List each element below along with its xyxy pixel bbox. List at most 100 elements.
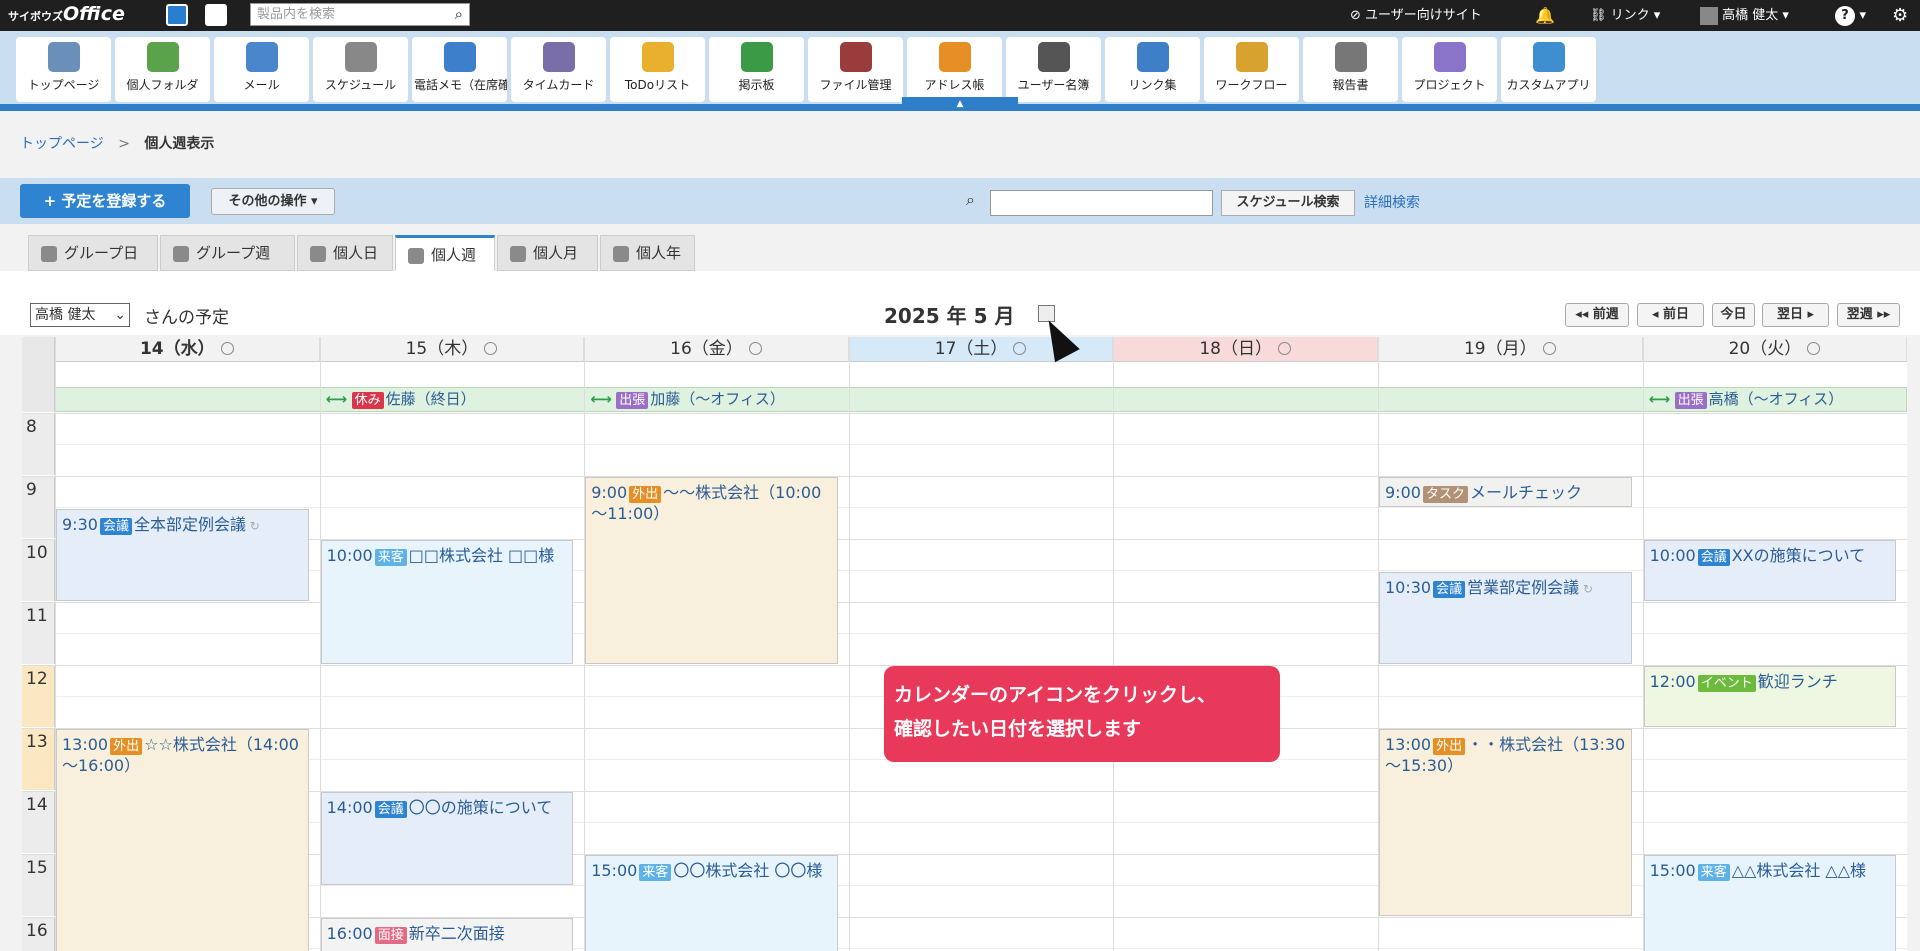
- app-icon: [1334, 42, 1367, 72]
- event-block[interactable]: 10:30 会議 営業部定例会議 ↻: [1379, 571, 1632, 664]
- day-header-7[interactable]: 20（火）: [1642, 337, 1907, 362]
- app-14[interactable]: 報告書: [1303, 37, 1398, 102]
- event-title: 加藤（～オフィス）: [650, 390, 785, 408]
- event-block[interactable]: 9:00 タスク メールチェック: [1379, 477, 1632, 507]
- schedule-search-input[interactable]: [990, 190, 1213, 216]
- event-block[interactable]: 12:00 イベント 歓迎ランチ: [1643, 666, 1897, 727]
- span-arrow-icon: ⟷: [1648, 390, 1671, 408]
- app-3[interactable]: メール: [214, 37, 309, 102]
- app-9[interactable]: ファイル管理: [808, 37, 903, 102]
- app-2[interactable]: 個人フォルダ: [115, 37, 210, 102]
- tab-1[interactable]: グループ日: [28, 235, 158, 271]
- hour-label-8: 8: [22, 413, 55, 475]
- app-16[interactable]: カスタムアプリ: [1501, 37, 1596, 102]
- event-block[interactable]: 15:00 来客 〇〇株式会社 〇〇様: [585, 855, 838, 951]
- tab-label: グループ週: [196, 244, 271, 262]
- day-view-icon[interactable]: [1278, 342, 1291, 355]
- tab-icon: [310, 246, 326, 262]
- repeat-icon: ↻: [1579, 581, 1594, 596]
- day-view-icon[interactable]: [1013, 342, 1027, 355]
- product-search-input[interactable]: 製品内を検索 ⌕: [250, 3, 470, 26]
- week-nav-button-1[interactable]: ◂◂ 前週: [1565, 303, 1629, 327]
- event-badge: 休み: [351, 392, 384, 409]
- event-block[interactable]: 9:00 外出 ～～株式会社（10:00～11:00）: [585, 477, 838, 664]
- week-nav-button-4[interactable]: 翌日 ▸: [1762, 303, 1829, 327]
- event-badge: 会議: [1697, 549, 1730, 566]
- event-block[interactable]: 14:00 会議 〇〇の施策について: [320, 792, 574, 885]
- day-header-5[interactable]: 18（日）: [1113, 337, 1378, 362]
- allday-event-1[interactable]: ⟷ 休み 佐藤（終日）: [320, 387, 585, 412]
- event-block[interactable]: 13:00 外出 ・・株式会社（13:30～15:30）: [1379, 729, 1632, 916]
- app-7[interactable]: ToDoリスト: [610, 37, 705, 102]
- app-icon: [344, 42, 377, 72]
- day-header-2[interactable]: 15（木）: [319, 337, 585, 362]
- event-time: 13:00: [1385, 735, 1432, 754]
- app-6[interactable]: タイムカード: [511, 37, 606, 102]
- week-nav-button-5[interactable]: 翌週 ▸▸: [1837, 303, 1900, 327]
- tab-2[interactable]: グループ週: [160, 235, 295, 271]
- user-site-link[interactable]: ⊘ ユーザー向けサイト: [1350, 0, 1482, 31]
- user-select[interactable]: 高橋 健太 ⌄: [30, 303, 130, 327]
- app-13[interactable]: ワークフロー: [1204, 37, 1299, 102]
- event-block[interactable]: 10:00 会議 XXの施策について: [1643, 540, 1897, 601]
- event-block[interactable]: 10:00 来客 □□株式会社 □□様: [320, 540, 574, 664]
- new-event-button[interactable]: + 予定を登録する: [20, 184, 190, 218]
- day-header-6[interactable]: 19（月）: [1378, 337, 1643, 362]
- app-menu-icon[interactable]: [166, 4, 188, 26]
- day-view-icon[interactable]: [1807, 342, 1821, 355]
- gear-icon[interactable]: ⚙: [1892, 0, 1908, 31]
- advanced-search-link[interactable]: 詳細検索: [1364, 192, 1420, 212]
- day-header-3[interactable]: 16（金）: [584, 337, 849, 362]
- other-actions-button[interactable]: その他の操作 ▾: [211, 188, 335, 215]
- app-label: アドレス帳: [924, 78, 985, 92]
- logo[interactable]: サイボウズOffice: [8, 3, 125, 25]
- avatar: [1700, 6, 1718, 25]
- event-block[interactable]: 15:00 来客 △△株式会社 △△様: [1643, 855, 1897, 951]
- user-menu[interactable]: 高橋 健太 ▾: [1700, 0, 1789, 31]
- breadcrumb-current: 個人週表示: [144, 136, 215, 152]
- breadcrumb-home[interactable]: トップページ: [20, 136, 104, 152]
- links-menu[interactable]: ⛓ リンク ▾: [1590, 0, 1660, 31]
- app-8[interactable]: 掲示板: [709, 37, 804, 102]
- chat-icon[interactable]: [205, 4, 227, 26]
- allday-event-2[interactable]: ⟷ 出張 加藤（～オフィス）: [584, 387, 849, 412]
- week-nav-button-3[interactable]: 今日: [1712, 303, 1755, 327]
- app-label: ファイル管理: [819, 78, 892, 92]
- day-view-icon[interactable]: [748, 342, 762, 355]
- allday-event-3[interactable]: ⟷ 出張 高橋（～オフィス）: [1643, 387, 1907, 412]
- tab-4[interactable]: 個人週: [395, 235, 495, 271]
- day-view-icon[interactable]: [220, 342, 234, 355]
- app-4[interactable]: スケジュール: [313, 37, 408, 102]
- app-11[interactable]: ユーザー名簿: [1006, 37, 1101, 102]
- day-header-1[interactable]: 14（水）: [55, 337, 320, 362]
- day-view-icon[interactable]: [484, 342, 498, 355]
- search-icon[interactable]: ⌕: [455, 4, 463, 25]
- event-block[interactable]: 9:30 会議 全本部定例会議 ↻: [56, 508, 309, 601]
- collapse-toggle[interactable]: ▲: [902, 97, 1018, 111]
- tab-6[interactable]: 個人年: [600, 235, 695, 271]
- app-5[interactable]: 電話メモ（在席確認）: [412, 37, 507, 102]
- search-icon: ⌕: [966, 190, 975, 209]
- day-label: 16（金）: [670, 339, 743, 359]
- tab-3[interactable]: 個人日: [297, 235, 393, 271]
- tab-5[interactable]: 個人月: [497, 235, 598, 271]
- event-title: 全本部定例会議: [133, 514, 246, 534]
- repeat-icon: ↻: [245, 518, 260, 533]
- help-label: ?: [1835, 6, 1855, 26]
- logo-prefix: サイボウズ: [8, 10, 63, 23]
- tab-label: 個人年: [636, 244, 682, 262]
- event-block[interactable]: 13:00 外出 ☆☆株式会社（14:00～16:00）: [56, 729, 309, 951]
- app-icon: [1235, 42, 1268, 72]
- day-view-icon[interactable]: [1542, 342, 1556, 355]
- week-nav-button-2[interactable]: ◂ 前日: [1637, 303, 1704, 327]
- bell-icon[interactable]: 🔔: [1535, 0, 1555, 31]
- app-label: 電話メモ（在席確認）: [414, 78, 507, 92]
- app-1[interactable]: トップページ: [16, 37, 111, 102]
- help-icon[interactable]: ? ▾: [1835, 0, 1866, 31]
- event-badge: 出張: [616, 392, 649, 409]
- app-10[interactable]: アドレス帳: [907, 37, 1002, 102]
- app-12[interactable]: リンク集: [1105, 37, 1200, 102]
- app-15[interactable]: プロジェクト: [1402, 37, 1497, 102]
- event-block[interactable]: 16:00 面接 新卒二次面接: [320, 918, 574, 951]
- schedule-search-button[interactable]: スケジュール検索: [1221, 190, 1355, 216]
